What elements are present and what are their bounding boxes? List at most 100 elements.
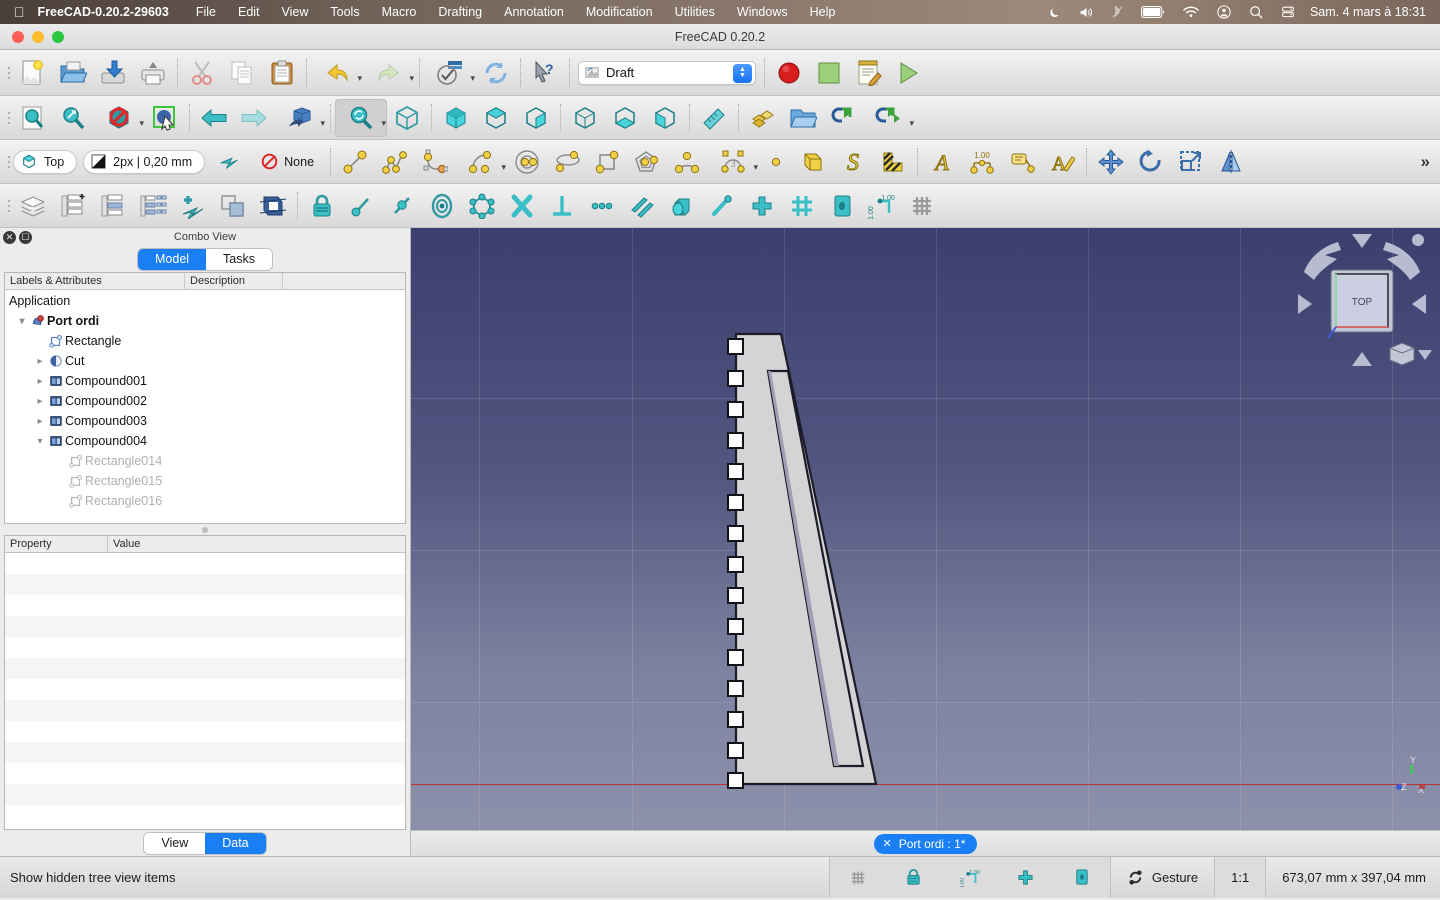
scale-icon[interactable] — [1171, 143, 1211, 181]
tree-item-rectangle015[interactable]: Rectangle015 — [5, 471, 405, 491]
bluetooth-off-icon[interactable] — [1103, 5, 1132, 19]
navigation-cube[interactable]: TOP — [1290, 230, 1434, 380]
measure-icon[interactable] — [694, 99, 734, 137]
polyline-icon[interactable] — [375, 143, 415, 181]
link-group-icon[interactable]: ▾ — [863, 99, 915, 137]
snap-angle-icon[interactable] — [462, 187, 502, 225]
workbench-stepper[interactable]: ▲ ▼ — [733, 63, 752, 83]
add-point-icon[interactable] — [173, 187, 213, 225]
property-row[interactable] — [5, 616, 405, 637]
whats-this-icon[interactable]: ? — [525, 54, 565, 92]
draft-autogroup-button[interactable] — [211, 154, 249, 170]
tree-item-application[interactable]: Application — [5, 291, 405, 311]
property-row[interactable] — [5, 721, 405, 742]
menu-bar-clock[interactable]: Sam. 4 mars à 18:31 — [1304, 5, 1432, 19]
chevron-down-icon[interactable]: ▾ — [502, 162, 507, 173]
snap-endpoint-icon[interactable] — [342, 187, 382, 225]
chevron-right-icon[interactable]: ▸ — [33, 376, 47, 387]
float-panel-icon[interactable]: ☐ — [19, 230, 32, 244]
save-document-icon[interactable] — [93, 54, 133, 92]
chevron-down-icon[interactable]: ▾ — [409, 73, 414, 84]
chevron-right-icon[interactable]: ▸ — [33, 396, 47, 407]
rectangle-icon[interactable] — [587, 143, 627, 181]
model-geometry[interactable] — [411, 228, 1440, 830]
up-arrow[interactable] — [1352, 234, 1372, 248]
property-row[interactable] — [5, 679, 405, 700]
menu-tools[interactable]: Tools — [319, 5, 370, 19]
tab-data[interactable]: Data — [205, 832, 266, 854]
group-icon[interactable] — [93, 187, 133, 225]
property-row[interactable] — [5, 742, 405, 763]
cut-icon[interactable] — [182, 54, 222, 92]
chevron-down-icon[interactable]: ▾ — [33, 436, 47, 447]
tree-item-compound001[interactable]: ▸ Compound001 — [5, 371, 405, 391]
chevron-down-icon[interactable]: ▾ — [470, 73, 475, 84]
tree-item-rectangle014[interactable]: Rectangle014 — [5, 451, 405, 471]
panel-splitter[interactable] — [0, 524, 410, 535]
tree-header-labels[interactable]: Labels & Attributes — [5, 273, 185, 289]
macro-execute-icon[interactable] — [889, 54, 929, 92]
menu-modification[interactable]: Modification — [575, 5, 664, 19]
front-view-icon[interactable] — [436, 99, 476, 137]
snap-perpendicular-icon[interactable] — [542, 187, 582, 225]
rear-view-icon[interactable] — [565, 99, 605, 137]
chevron-down-icon[interactable]: ▾ — [754, 162, 759, 173]
property-row[interactable] — [5, 637, 405, 658]
print-icon[interactable] — [133, 54, 173, 92]
workbench-selector[interactable]: Draft ▲ ▼ — [578, 60, 756, 85]
toolbar-overflow-button[interactable]: » — [1421, 152, 1440, 172]
cube-body[interactable]: TOP — [1327, 269, 1394, 339]
sync-view-icon[interactable]: ▾ — [335, 98, 387, 137]
tree-item-compound003[interactable]: ▸ Compound003 — [5, 411, 405, 431]
point-icon[interactable] — [759, 143, 793, 181]
refresh-icon[interactable]: ▾ — [424, 54, 476, 92]
macro-stop-icon[interactable] — [809, 54, 849, 92]
open-document-icon[interactable] — [53, 54, 93, 92]
tree-item-cut[interactable]: ▸ Cut — [5, 351, 405, 371]
polygon-icon[interactable] — [627, 143, 667, 181]
snap-midpoint-icon[interactable] — [382, 187, 422, 225]
forward-view-icon[interactable] — [234, 99, 274, 137]
fillet-icon[interactable] — [415, 143, 455, 181]
navigation-style-selector[interactable]: Gesture — [1111, 857, 1214, 898]
menu-macro[interactable]: Macro — [371, 5, 428, 19]
redo-icon[interactable]: ▾ — [363, 54, 415, 92]
shape-2d-view-icon[interactable] — [253, 187, 293, 225]
tree-header-extra[interactable] — [283, 273, 405, 289]
appearance-icon[interactable] — [743, 99, 783, 137]
cube-dropdown-arrow[interactable] — [1418, 350, 1432, 360]
toggle-grid-icon[interactable] — [830, 869, 886, 887]
chevron-down-icon[interactable]: ▾ — [381, 118, 386, 129]
menu-drafting[interactable]: Drafting — [427, 5, 493, 19]
control-center-icon[interactable] — [1208, 5, 1240, 19]
tree-item-compound004[interactable]: ▾ Compound004 — [5, 431, 405, 451]
right-arrow[interactable] — [1412, 294, 1426, 314]
toolbar-grip[interactable] — [4, 193, 13, 219]
close-tab-icon[interactable]: ✕ — [883, 837, 892, 850]
toolbar-grip[interactable] — [4, 105, 13, 131]
top-view-icon[interactable] — [476, 99, 516, 137]
menu-annotation[interactable]: Annotation — [493, 5, 575, 19]
box-selection-icon[interactable] — [145, 99, 185, 137]
wifi-icon[interactable] — [1174, 6, 1208, 18]
bspline-icon[interactable] — [667, 143, 707, 181]
part-folder-icon[interactable] — [783, 99, 823, 137]
macro-record-icon[interactable] — [769, 54, 809, 92]
draw-style-icon[interactable]: ▾ — [93, 99, 145, 137]
text-icon[interactable]: A — [922, 143, 962, 181]
down-arrow[interactable] — [1352, 352, 1372, 366]
circle-icon[interactable] — [507, 143, 547, 181]
select-group-icon[interactable] — [133, 187, 173, 225]
tab-view[interactable]: View — [144, 832, 206, 854]
tab-tasks[interactable]: Tasks — [206, 248, 272, 270]
tree-item-rectangle016[interactable]: Rectangle016 — [5, 491, 405, 511]
draft-linestyle-button[interactable]: 2px | 0,20 mm — [83, 149, 206, 174]
back-view-icon[interactable] — [194, 99, 234, 137]
shapestring-icon[interactable]: S — [833, 143, 873, 181]
line-icon[interactable] — [335, 143, 375, 181]
fit-all-icon[interactable] — [13, 99, 53, 137]
undo-icon[interactable]: ▾ — [311, 54, 363, 92]
zoom-level[interactable]: 1:1 — [1214, 857, 1267, 898]
facebinder-icon[interactable] — [793, 143, 833, 181]
property-row[interactable] — [5, 658, 405, 679]
